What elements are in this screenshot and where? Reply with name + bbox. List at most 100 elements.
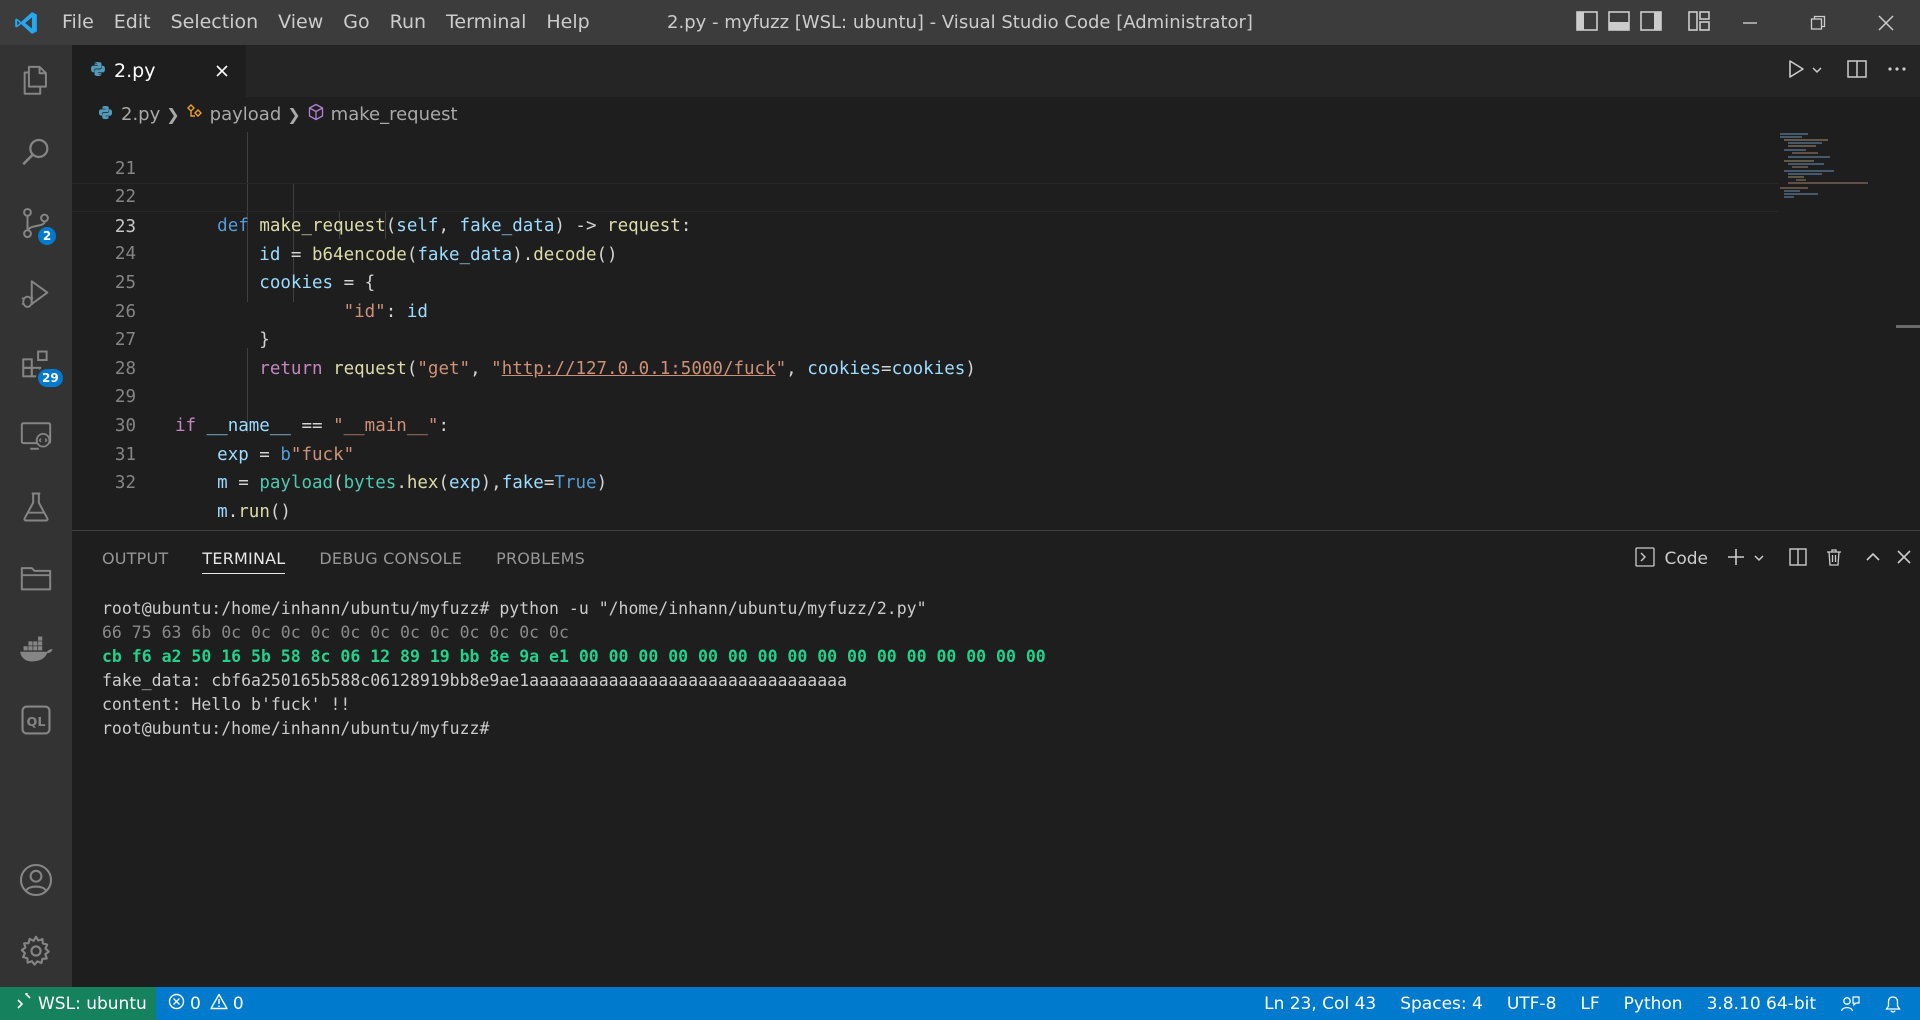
kill-terminal-trash-icon[interactable] xyxy=(1824,547,1844,571)
tab-terminal[interactable]: TERMINAL xyxy=(202,531,286,587)
chevron-right-icon: ❯ xyxy=(287,105,301,124)
breadcrumb-class[interactable]: payload xyxy=(186,104,281,125)
code-line: 24 cookies = { xyxy=(72,212,1778,293)
menu-file[interactable]: File xyxy=(52,0,104,45)
chevron-right-icon: ❯ xyxy=(166,105,180,124)
feedback-icon[interactable] xyxy=(1828,987,1872,1020)
code-line: 30 exp = b"fuck" xyxy=(72,383,1778,465)
indentation[interactable]: Spaces: 4 xyxy=(1388,987,1495,1020)
toggle-primary-sidebar-icon[interactable] xyxy=(1576,10,1598,35)
menu-view[interactable]: View xyxy=(268,0,333,45)
terminal-profiles-chevron-down-icon[interactable] xyxy=(1752,550,1766,569)
extensions-icon[interactable]: 29 xyxy=(0,335,72,395)
code-text: m = payload(bytes.hex(exp),fake=True) xyxy=(217,473,608,494)
code-editor[interactable]: 21 22 def make_request(self, fake_data) … xyxy=(72,132,1920,530)
run-python-file-icon[interactable] xyxy=(1784,57,1808,85)
codeql-icon[interactable]: QL xyxy=(0,690,72,750)
accounts-icon[interactable] xyxy=(0,850,72,910)
panel-actions: Code xyxy=(1634,531,1912,587)
tab-debug-console[interactable]: DEBUG CONSOLE xyxy=(319,531,462,587)
python-interpreter[interactable]: 3.8.10 64-bit xyxy=(1695,987,1828,1020)
notifications-bell-icon[interactable] xyxy=(1872,987,1914,1020)
class-symbol-icon xyxy=(186,104,204,125)
source-control-badge: 2 xyxy=(36,225,58,247)
code-line: 28 xyxy=(72,326,1778,379)
restore-button[interactable] xyxy=(1784,0,1852,45)
remote-label: WSL: ubuntu xyxy=(38,993,147,1014)
status-bar: WSL: ubuntu 0 0 Ln 23, Col 43 Spaces: 4 … xyxy=(0,987,1920,1020)
problems-indicator[interactable]: 0 0 xyxy=(156,987,256,1020)
tab-label: 2.py xyxy=(114,60,156,82)
python-file-icon xyxy=(90,61,106,81)
warning-icon xyxy=(210,993,228,1015)
warning-count: 0 xyxy=(232,993,244,1014)
docker-icon[interactable] xyxy=(0,619,72,679)
breadcrumb-method[interactable]: make_request xyxy=(307,103,458,126)
menu-bar: File Edit Selection View Go Run Terminal… xyxy=(52,0,600,45)
customize-layout-icon[interactable] xyxy=(1688,10,1710,35)
terminal-output[interactable]: root@ubuntu:/home/inhann/ubuntu/myfuzz# … xyxy=(102,597,1046,741)
layout-controls xyxy=(1576,0,1710,45)
extensions-badge: 29 xyxy=(36,367,65,389)
code-line: 22 def make_request(self, fake_data) -> … xyxy=(72,155,1778,236)
new-terminal-plus-icon[interactable] xyxy=(1726,547,1746,571)
menu-go[interactable]: Go xyxy=(333,0,379,45)
minimize-button[interactable] xyxy=(1716,0,1784,45)
toggle-secondary-sidebar-icon[interactable] xyxy=(1640,10,1662,35)
cursor-position[interactable]: Ln 23, Col 43 xyxy=(1252,987,1388,1020)
remote-explorer-icon[interactable] xyxy=(0,406,72,466)
search-icon[interactable] xyxy=(0,122,72,182)
breadcrumb: 2.py ❯ payload ❯ make_request xyxy=(72,97,1920,132)
split-terminal-icon[interactable] xyxy=(1788,547,1808,571)
vscode-logo-icon xyxy=(0,0,52,45)
method-symbol-icon xyxy=(307,103,325,126)
menu-run[interactable]: Run xyxy=(380,0,436,45)
breadcrumb-method-label: make_request xyxy=(330,104,458,125)
testing-flask-icon[interactable] xyxy=(0,477,72,537)
run-debug-icon[interactable] xyxy=(0,264,72,324)
remote-indicator[interactable]: WSL: ubuntu xyxy=(0,987,156,1020)
breadcrumb-file-label: 2.py xyxy=(121,104,161,125)
code-text: m.run() xyxy=(217,501,291,522)
encoding[interactable]: UTF-8 xyxy=(1495,987,1569,1020)
python-file-icon xyxy=(98,104,113,125)
terminal-line: fake_data: cbf6a250165b588c06128919bb8e9… xyxy=(102,671,848,690)
title-bar: File Edit Selection View Go Run Terminal… xyxy=(0,0,1920,45)
menu-selection[interactable]: Selection xyxy=(161,0,269,45)
minimap[interactable] xyxy=(1778,132,1896,212)
line-number: 32 xyxy=(114,473,136,494)
language-mode[interactable]: Python xyxy=(1612,987,1695,1020)
terminal-name[interactable]: Code xyxy=(1664,549,1708,569)
menu-help[interactable]: Help xyxy=(536,0,599,45)
end-of-line[interactable]: LF xyxy=(1568,987,1611,1020)
more-actions-icon[interactable] xyxy=(1886,58,1908,84)
editor-tab-bar: 2.py xyxy=(72,45,1920,97)
code-line: 29 if __name__ == "__main__": xyxy=(72,355,1778,436)
close-tab-icon[interactable] xyxy=(210,59,234,83)
folder-icon[interactable] xyxy=(0,548,72,608)
tab-problems[interactable]: PROBLEMS xyxy=(496,531,585,587)
close-panel-icon[interactable] xyxy=(1896,549,1912,569)
toggle-panel-icon[interactable] xyxy=(1608,10,1630,35)
source-control-icon[interactable]: 2 xyxy=(0,193,72,253)
run-chevron-down-icon[interactable] xyxy=(1810,62,1824,81)
explorer-icon[interactable] xyxy=(0,51,72,111)
maximize-panel-chevron-up-icon[interactable] xyxy=(1864,548,1882,570)
code-line: 25 "id": id xyxy=(72,240,1778,322)
editor-actions xyxy=(1784,45,1908,97)
menu-edit[interactable]: Edit xyxy=(104,0,161,45)
terminal-line: root@ubuntu:/home/inhann/ubuntu/myfuzz# … xyxy=(102,599,927,618)
error-count: 0 xyxy=(190,993,201,1014)
close-window-button[interactable] xyxy=(1852,0,1920,45)
tab-2py[interactable]: 2.py xyxy=(72,45,246,97)
code-line: 31 m = payload(bytes.hex(exp),fake=True) xyxy=(72,412,1778,494)
tab-output[interactable]: OUTPUT xyxy=(102,531,168,587)
window-controls xyxy=(1716,0,1920,45)
breadcrumb-file[interactable]: 2.py xyxy=(98,104,160,125)
split-editor-icon[interactable] xyxy=(1846,58,1868,84)
scrollbar-position-marker[interactable] xyxy=(1896,325,1920,328)
settings-gear-icon[interactable] xyxy=(0,921,72,981)
code-line: 27 return request("get", "http://127.0.0… xyxy=(72,298,1778,379)
svg-text:QL: QL xyxy=(27,715,46,730)
menu-terminal[interactable]: Terminal xyxy=(436,0,536,45)
